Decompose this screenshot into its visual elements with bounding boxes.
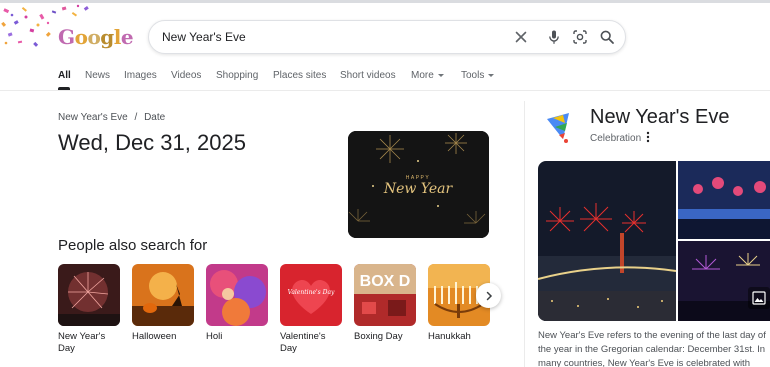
pas-thumbnail: Valentine's Day <box>280 264 342 326</box>
tab-label: Shopping <box>216 70 259 81</box>
pas-thumbnail <box>58 264 120 326</box>
party-hat-icon <box>547 113 569 143</box>
logo-wordmark: Google <box>58 25 134 49</box>
answer-date: Wed, Dec 31, 2025 <box>58 130 246 155</box>
breadcrumb-attribute: Date <box>144 112 166 123</box>
tab-news[interactable]: News <box>85 70 110 81</box>
tab-label: Videos <box>171 70 202 81</box>
tab-label: Places sites <box>273 70 327 81</box>
google-doodle-logo[interactable]: Google <box>0 3 134 51</box>
tab-short-videos[interactable]: Short videos <box>340 70 396 81</box>
pas-thumbnail <box>132 264 194 326</box>
tab-videos[interactable]: Videos <box>171 70 201 81</box>
image-text-new-year: New Year <box>383 181 454 197</box>
pas-thumbnail: BOX D <box>354 264 416 326</box>
chevron-right-icon <box>486 291 492 300</box>
chevron-down-icon <box>488 73 495 77</box>
knowledge-panel-description: New Year's Eve refers to the evening of … <box>538 330 766 367</box>
tab-label: Tools <box>461 70 485 81</box>
tab-all[interactable]: All <box>58 70 71 90</box>
pas-thumbnail <box>206 264 268 326</box>
tab-label: Short videos <box>340 70 396 81</box>
tab-images[interactable]: Images <box>124 70 157 81</box>
happy-new-year-image[interactable]: HAPPY New Year <box>348 131 489 238</box>
pas-item-holi[interactable]: Holi <box>206 264 268 343</box>
tab-label: News <box>85 70 111 81</box>
pas-label: Holi <box>206 331 223 342</box>
breadcrumb-separator: / <box>134 112 138 123</box>
tab-label: All <box>58 70 71 81</box>
tab-more[interactable]: More <box>411 70 444 81</box>
pas-item-new-years-day[interactable]: New Year's Day <box>58 264 120 355</box>
close-icon[interactable] <box>513 29 529 45</box>
microphone-icon[interactable] <box>546 29 562 45</box>
fireworks-gallery-images <box>538 161 770 321</box>
knowledge-panel-divider <box>524 101 525 367</box>
holi-thumbnail <box>206 264 268 326</box>
pas-label: Halloween <box>132 331 177 342</box>
tab-tools[interactable]: Tools <box>461 70 495 81</box>
tabs-divider <box>0 90 770 91</box>
image-gallery-icon[interactable] <box>748 287 770 309</box>
search-input[interactable] <box>162 21 502 53</box>
next-button[interactable] <box>476 283 501 308</box>
boxing-day-thumbnail: BOX D <box>354 264 416 326</box>
pas-label: Valentine's Day <box>280 331 326 354</box>
thumb-text: Valentine's Day <box>288 289 335 296</box>
pas-item-boxing-day[interactable]: BOX D Boxing Day <box>354 264 416 343</box>
knowledge-panel-title: New Year's Eve <box>590 106 730 128</box>
tab-label: More <box>411 70 434 81</box>
knowledge-panel-gallery[interactable] <box>538 161 770 321</box>
breadcrumb: New Year's Eve / Date <box>58 112 165 123</box>
pas-label: New Year's Day <box>58 331 106 354</box>
search-icon[interactable] <box>599 29 615 45</box>
valentines-thumbnail: Valentine's Day <box>280 264 342 326</box>
more-vert-icon[interactable] <box>644 131 652 143</box>
halloween-thumbnail <box>132 264 194 326</box>
pas-item-valentines-day[interactable]: Valentine's Day Valentine's Day <box>280 264 342 355</box>
pas-item-halloween[interactable]: Halloween <box>132 264 194 343</box>
fireworks-illustration: HAPPY New Year <box>348 131 489 238</box>
pas-label: Hanukkah <box>428 331 471 342</box>
breadcrumb-topic[interactable]: New Year's Eve <box>58 112 128 123</box>
fireworks-thumbnail <box>58 264 120 326</box>
tab-places-sites[interactable]: Places sites <box>273 70 326 81</box>
knowledge-panel-subtitle: Celebration <box>590 133 642 144</box>
chevron-down-icon <box>437 73 444 77</box>
thumb-text: BOX D <box>360 273 411 290</box>
pas-label: Boxing Day <box>354 331 403 342</box>
search-box <box>148 20 626 54</box>
lens-icon[interactable] <box>572 29 588 45</box>
tab-shopping[interactable]: Shopping <box>216 70 258 81</box>
tab-label: Images <box>124 70 157 81</box>
people-also-search-title: People also search for <box>58 237 208 254</box>
